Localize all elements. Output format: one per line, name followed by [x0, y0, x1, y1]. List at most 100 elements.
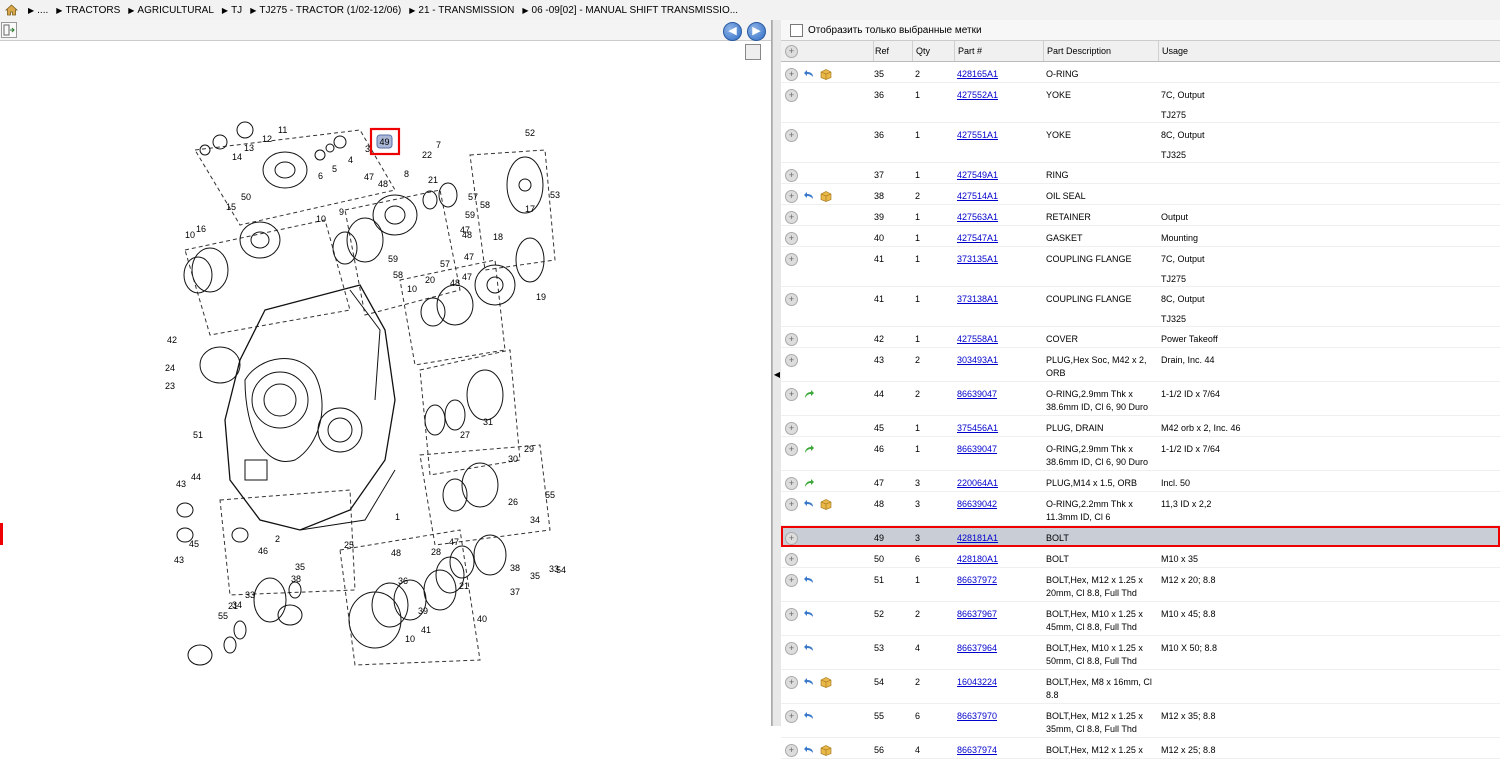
callout-number[interactable]: 21 — [459, 581, 469, 591]
header-expand[interactable]: + — [781, 41, 873, 61]
add-to-cart-icon[interactable]: + — [785, 532, 798, 545]
callout-number[interactable]: 37 — [510, 587, 520, 597]
callout-number[interactable]: 57 — [468, 192, 478, 202]
callout-number[interactable]: 28 — [431, 547, 441, 557]
callout-number[interactable]: 10 — [405, 634, 415, 644]
callout-number[interactable]: 27 — [460, 430, 470, 440]
callout-number[interactable]: 55 — [218, 611, 228, 621]
part-number-link[interactable]: 86637970 — [957, 711, 997, 721]
callout-number[interactable]: 3 — [365, 144, 370, 154]
breadcrumb-item[interactable]: ▶ TJ — [222, 5, 242, 16]
collapse-arrow-icon[interactable]: ◀ — [773, 365, 781, 385]
add-to-cart-icon[interactable]: + — [785, 333, 798, 346]
callout-number[interactable]: 57 — [440, 259, 450, 269]
callout-number[interactable]: 36 — [398, 576, 408, 586]
header-qty[interactable]: Qty — [912, 41, 954, 61]
callout-number[interactable]: 58 — [393, 270, 403, 280]
add-to-cart-icon[interactable]: + — [785, 710, 798, 723]
add-to-cart-icon[interactable]: + — [785, 498, 798, 511]
callout-number[interactable]: 10 — [185, 230, 195, 240]
table-row[interactable]: +52 2 86637967 BOLT,Hex, M10 x 1.25 x 45mm, … — [781, 602, 1500, 636]
callout-number[interactable]: 47 — [462, 272, 472, 282]
callout-number[interactable]: 20 — [425, 275, 435, 285]
header-description[interactable]: Part Description — [1043, 41, 1158, 61]
replaced-by-icon[interactable] — [803, 642, 815, 654]
table-row[interactable]: +46 1 86639047 O-RING,2.9mm Thk x 38.6mm ID,… — [781, 437, 1500, 471]
table-row[interactable]: +44 2 86639047 O-RING,2.9mm Thk x 38.6mm ID,… — [781, 382, 1500, 416]
add-to-cart-icon[interactable]: + — [785, 232, 798, 245]
header-part-number[interactable]: Part # — [954, 41, 1043, 61]
table-row[interactable]: +56 4 86637974 BOLT,Hex, M12 x 1.25 x M12 x … — [781, 738, 1500, 759]
callout-number[interactable]: 24 — [165, 363, 175, 373]
add-to-cart-icon[interactable]: + — [785, 89, 798, 102]
superseded-icon[interactable] — [803, 477, 815, 489]
part-number-link[interactable]: 427547A1 — [957, 233, 998, 243]
add-to-cart-icon[interactable]: + — [785, 68, 798, 81]
part-number-link[interactable]: 427552A1 — [957, 90, 998, 100]
callout-number[interactable]: 21 — [228, 601, 238, 611]
callout-number[interactable]: 41 — [421, 625, 431, 635]
part-number-link[interactable]: 428165A1 — [957, 69, 998, 79]
header-ref[interactable]: Ref — [873, 41, 912, 61]
breadcrumb-item[interactable]: ▶ 21 - TRANSMISSION — [409, 5, 514, 16]
part-number-link[interactable]: 427558A1 — [957, 334, 998, 344]
add-to-cart-icon[interactable]: + — [785, 422, 798, 435]
part-number-link[interactable]: 86637967 — [957, 609, 997, 619]
callout-number[interactable]: 30 — [508, 454, 518, 464]
table-row[interactable]: +35 2 428165A1 O-RING — [781, 62, 1500, 83]
callout-number[interactable]: 52 — [525, 128, 535, 138]
part-number-link[interactable]: 86637974 — [957, 745, 997, 755]
exploded-parts-diagram[interactable]: 49 1112131465435272284748 215758591753501… — [150, 100, 610, 680]
callout-number[interactable]: 35 — [530, 571, 540, 581]
kit-box-icon[interactable] — [820, 744, 832, 756]
callout-number[interactable]: 48 — [462, 230, 472, 240]
replaced-by-icon[interactable] — [803, 574, 815, 586]
add-to-cart-icon[interactable]: + — [785, 574, 798, 587]
callout-number[interactable]: 45 — [189, 539, 199, 549]
kit-box-icon[interactable] — [820, 68, 832, 80]
replaced-by-icon[interactable] — [803, 68, 815, 80]
callout-number[interactable]: 5 — [332, 164, 337, 174]
part-number-link[interactable]: 427514A1 — [957, 191, 998, 201]
highlight-callout[interactable]: 49 — [379, 137, 389, 147]
table-row[interactable]: +54 2 16043224 BOLT,Hex, M8 x 16mm, Cl 8.8 — [781, 670, 1500, 704]
add-to-cart-icon[interactable]: + — [785, 253, 798, 266]
replaced-by-icon[interactable] — [803, 744, 815, 756]
zoom-fit-icon[interactable] — [745, 44, 761, 60]
part-number-link[interactable]: 303493A1 — [957, 355, 998, 365]
add-to-cart-icon[interactable]: + — [785, 443, 798, 456]
breadcrumb-item[interactable]: ▶ AGRICULTURAL — [128, 5, 214, 16]
callout-number[interactable]: 59 — [388, 254, 398, 264]
part-number-link[interactable]: 16043224 — [957, 677, 997, 687]
superseded-icon[interactable] — [803, 443, 815, 455]
breadcrumb-item[interactable]: ▶.... — [28, 5, 48, 16]
callout-number[interactable]: 54 — [556, 565, 566, 575]
callout-number[interactable]: 59 — [465, 210, 475, 220]
callout-number[interactable]: 44 — [191, 472, 201, 482]
expand-panel-icon[interactable] — [1, 22, 17, 38]
callout-number[interactable]: 55 — [545, 490, 555, 500]
callout-number[interactable]: 26 — [508, 497, 518, 507]
callout-number[interactable]: 42 — [167, 335, 177, 345]
callout-number[interactable]: 7 — [436, 140, 441, 150]
table-row[interactable]: +51 1 86637972 BOLT,Hex, M12 x 1.25 x 20mm, … — [781, 568, 1500, 602]
breadcrumb-item[interactable]: ▶ TJ275 - TRACTOR (1/02-12/06) — [250, 5, 401, 16]
callout-number[interactable]: 2 — [275, 534, 280, 544]
kit-box-icon[interactable] — [820, 190, 832, 202]
part-number-link[interactable]: 373138A1 — [957, 294, 998, 304]
add-to-cart-icon[interactable]: + — [785, 190, 798, 203]
kit-box-icon[interactable] — [820, 498, 832, 510]
callout-number[interactable]: 38 — [291, 574, 301, 584]
add-to-cart-icon[interactable]: + — [785, 211, 798, 224]
table-row[interactable]: +55 6 86637970 BOLT,Hex, M12 x 1.25 x 35mm, … — [781, 704, 1500, 738]
callout-number[interactable]: 51 — [193, 430, 203, 440]
part-number-link[interactable]: 86639047 — [957, 444, 997, 454]
callout-number[interactable]: 33 — [245, 590, 255, 600]
table-row[interactable]: +42 1 427558A1 COVER Power Takeoff — [781, 327, 1500, 348]
add-to-cart-icon[interactable]: + — [785, 676, 798, 689]
replaced-by-icon[interactable] — [803, 608, 815, 620]
callout-number[interactable]: 48 — [378, 179, 388, 189]
callout-number[interactable]: 35 — [295, 562, 305, 572]
breadcrumb-item[interactable]: ▶ TRACTORS — [56, 5, 120, 16]
callout-number[interactable]: 47 — [364, 172, 374, 182]
